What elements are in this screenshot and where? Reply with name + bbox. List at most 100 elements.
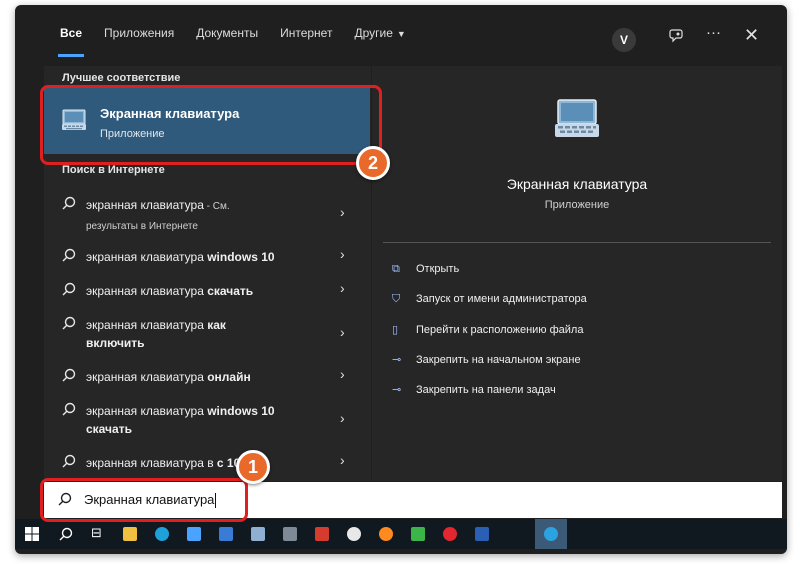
tab-other[interactable]: Другие ▼: [354, 26, 405, 40]
highlight-best-match: [40, 85, 382, 165]
word-icon[interactable]: [475, 527, 489, 541]
web-result-item[interactable]: экранная клавиатура как включить ›: [44, 316, 371, 352]
taskbar: ⊟: [15, 519, 787, 549]
app-icon[interactable]: [411, 527, 425, 541]
search-icon: [62, 368, 76, 382]
app-icon[interactable]: [315, 527, 329, 541]
web-result-text: экранная клавиатура как включить: [86, 316, 326, 352]
query-prefix: экранная клавиатура: [86, 284, 208, 298]
query-bold: windows 10: [207, 404, 275, 418]
query-prefix: экранная клавиатура: [86, 404, 208, 418]
query-prefix: экранная клавиатура: [86, 198, 204, 212]
query-bold: скачать: [207, 284, 254, 298]
divider: [383, 242, 771, 243]
tab-all[interactable]: Все: [57, 26, 85, 57]
store-icon[interactable]: [187, 527, 201, 541]
web-result-item[interactable]: экранная клавиатура онлайн ›: [44, 366, 371, 388]
mail-icon[interactable]: [219, 527, 233, 541]
action-label: Закрепить на начальном экране: [416, 354, 581, 366]
telegram-taskbar-button[interactable]: [535, 519, 567, 549]
step-badge-2: 2: [356, 146, 390, 180]
feedback-icon[interactable]: [669, 28, 685, 48]
step-badge-1: 1: [236, 450, 270, 484]
telegram-icon: [544, 527, 558, 541]
search-filter-bar: Все Приложения Документы Интернет Другие…: [44, 8, 782, 66]
close-icon[interactable]: ✕: [744, 25, 759, 46]
query-bold: как: [207, 318, 226, 332]
web-result-item[interactable]: экранная клавиатура в с 10 ›: [44, 452, 371, 474]
web-result-text: экранная клавиатура онлайн: [86, 368, 326, 386]
file-explorer-icon[interactable]: [123, 527, 137, 541]
more-options-icon[interactable]: ···: [706, 24, 721, 41]
tab-documents[interactable]: Документы: [196, 26, 258, 40]
caret-down-icon: ▼: [396, 29, 406, 39]
action-open[interactable]: ⧉ Открыть: [392, 263, 459, 276]
open-icon: ⧉: [392, 263, 400, 275]
chevron-right-icon: ›: [340, 246, 345, 262]
task-view-icon[interactable]: ⊟: [91, 525, 102, 541]
query-line2: результаты в Интернете: [86, 221, 198, 232]
web-search-header: Поиск в Интернете: [62, 164, 165, 176]
pin-icon: ⊸: [392, 354, 402, 366]
web-result-item[interactable]: экранная клавиатура windows 10 скачать ›: [44, 402, 371, 438]
chevron-right-icon: ›: [340, 452, 345, 468]
chrome-icon[interactable]: [347, 527, 361, 541]
pin-icon: ⊸: [392, 384, 402, 396]
action-label: Запуск от имени администратора: [416, 293, 587, 305]
action-run-as-admin[interactable]: ⛉ Запуск от имени администратора: [392, 293, 587, 306]
web-result-item[interactable]: экранная клавиатура скачать ›: [44, 280, 371, 302]
action-label: Перейти к расположению файла: [416, 324, 584, 336]
preview-title: Экранная клавиатура: [506, 176, 648, 192]
admin-shield-icon: ⛉: [392, 293, 401, 305]
best-match-header: Лучшее соответствие: [62, 72, 181, 84]
calculator-icon[interactable]: [283, 527, 297, 541]
search-icon: [62, 282, 76, 296]
query-suffix: - См.: [203, 201, 230, 212]
web-result-text: экранная клавиатура windows 10 скачать: [86, 402, 326, 438]
action-open-file-location[interactable]: ▯ Перейти к расположению файла: [392, 323, 583, 336]
notepad-icon[interactable]: [251, 527, 265, 541]
web-result-text: экранная клавиатура windows 10: [86, 248, 326, 266]
opera-icon[interactable]: [443, 527, 457, 541]
keyboard-app-large-icon: [552, 96, 602, 147]
search-icon: [62, 402, 76, 416]
chevron-right-icon: ›: [340, 410, 345, 426]
taskbar-search-icon[interactable]: [59, 527, 73, 541]
web-result-text: экранная клавиатура скачать: [86, 282, 326, 300]
account-avatar[interactable]: V: [612, 28, 636, 52]
highlight-search-box: [40, 478, 248, 522]
tab-other-label: Другие: [354, 26, 393, 40]
query-line2: скачать: [86, 422, 132, 436]
chevron-right-icon: ›: [340, 280, 345, 296]
query-prefix: экранная клавиатура: [86, 250, 208, 264]
query-bold: онлайн: [207, 370, 251, 384]
query-prefix: экранная клавиатура: [86, 370, 208, 384]
chevron-right-icon: ›: [340, 324, 345, 340]
file-location-icon: ▯: [392, 324, 399, 336]
query-prefix: экранная клавиатура в: [86, 456, 214, 470]
web-result-item[interactable]: экранная клавиатура - См. результаты в Ин…: [44, 196, 371, 232]
search-icon: [62, 454, 76, 468]
web-result-item[interactable]: экранная клавиатура windows 10 ›: [44, 246, 371, 268]
tab-web[interactable]: Интернет: [280, 26, 332, 40]
action-pin-to-taskbar[interactable]: ⊸ Закрепить на панели задач: [392, 383, 556, 396]
query-prefix: экранная клавиатура: [86, 318, 208, 332]
tab-apps[interactable]: Приложения: [104, 26, 174, 40]
action-pin-to-start[interactable]: ⊸ Закрепить на начальном экране: [392, 353, 581, 366]
action-label: Закрепить на панели задач: [416, 384, 556, 396]
search-icon: [62, 196, 76, 210]
search-icon: [62, 248, 76, 262]
chevron-right-icon: ›: [340, 366, 345, 382]
action-label: Открыть: [416, 263, 460, 275]
filter-tabs: Все Приложения Документы Интернет Другие…: [57, 26, 428, 57]
windows-start-icon[interactable]: [25, 527, 39, 541]
query-bold: windows 10: [207, 250, 275, 264]
preview-pane: Экранная клавиатура Приложение ⧉ Открыть …: [372, 66, 782, 481]
web-result-text: экранная клавиатура в с 10: [86, 454, 326, 472]
chevron-right-icon: ›: [340, 204, 345, 220]
search-icon: [62, 316, 76, 330]
firefox-icon[interactable]: [379, 527, 393, 541]
preview-subtitle: Приложение: [544, 199, 610, 211]
edge-browser-icon[interactable]: [155, 527, 169, 541]
query-line2: включить: [86, 336, 145, 350]
